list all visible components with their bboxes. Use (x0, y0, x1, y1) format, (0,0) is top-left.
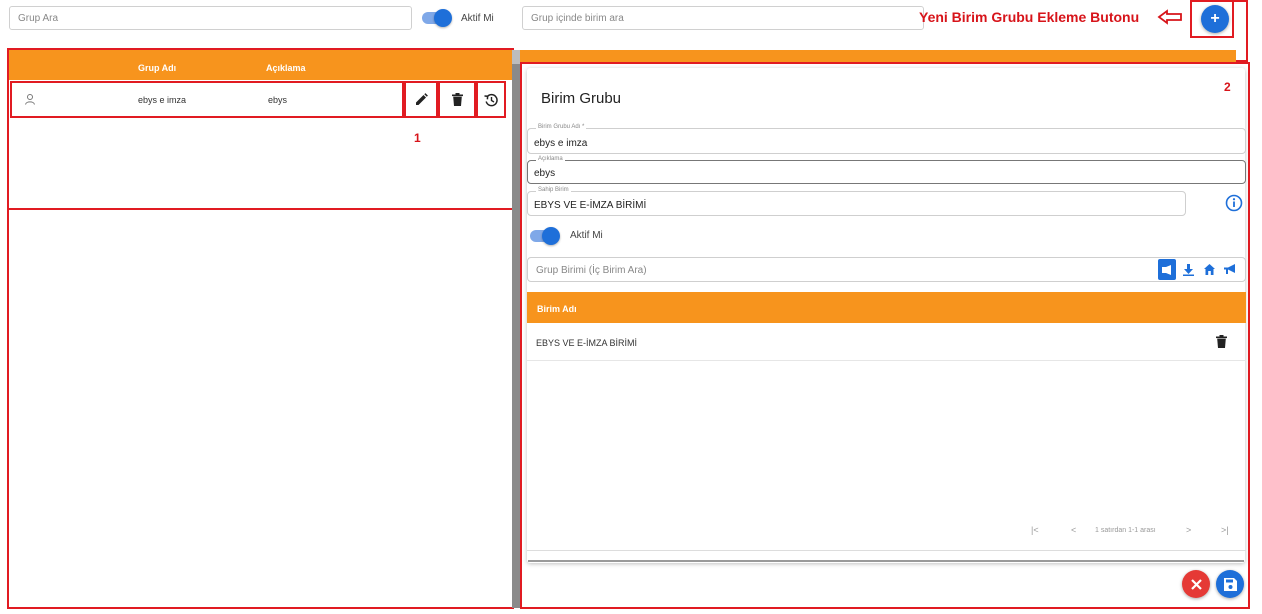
inner-unit-search-input[interactable]: Grup Birimi (İç Birim Ara) (527, 257, 1246, 282)
active-label-form: Aktif Mi (570, 230, 603, 241)
active-label-top: Aktif Mi (461, 13, 494, 24)
panel-splitter[interactable] (512, 50, 520, 608)
first-page-icon[interactable]: |< (1031, 525, 1039, 535)
left-panel-highlight (7, 48, 514, 210)
unit-search-placeholder: Grup içinde birim ara (531, 12, 624, 24)
delete-button[interactable] (440, 83, 474, 116)
annotation-number-1: 1 (414, 131, 421, 145)
group-name-value: ebys e imza (534, 138, 588, 149)
table-row[interactable]: ebys e imza ebys (12, 83, 404, 116)
search-mode-selected-button[interactable] (1158, 259, 1176, 280)
inner-unit-search-placeholder: Grup Birimi (İç Birim Ara) (536, 265, 647, 276)
unit-group-form: Birim Grubu 2 Birim Grubu Adı * ebys e i… (527, 68, 1246, 563)
owner-unit-value: EBYS VE E-İMZA BİRİMİ (534, 200, 647, 211)
history-button[interactable] (478, 83, 504, 116)
toggle-knob (542, 227, 560, 245)
row-divider (527, 360, 1246, 361)
description-value: ebys (534, 168, 556, 179)
trash-icon[interactable] (1216, 335, 1227, 348)
active-toggle-top[interactable] (422, 9, 452, 27)
top-right-highlight (1234, 0, 1248, 62)
arrow-left-icon (1157, 9, 1182, 25)
unit-mode-icon (1162, 264, 1171, 275)
description-label: Açıklama (536, 156, 565, 162)
megaphone-icon[interactable] (1224, 264, 1236, 275)
splitter-handle[interactable] (512, 50, 520, 64)
home-icon[interactable] (1204, 264, 1215, 275)
row-unit-name: EBYS VE E-İMZA BİRİMİ (536, 338, 638, 348)
pencil-icon (415, 93, 428, 105)
toggle-knob (434, 9, 452, 27)
form-footer-divider (528, 560, 1244, 562)
panel-bottom-divider (527, 550, 1246, 551)
form-title: Birim Grubu (541, 90, 622, 107)
prev-page-icon[interactable]: < (1071, 525, 1076, 535)
table-row[interactable]: EBYS VE E-İMZA BİRİMİ (527, 324, 1246, 360)
row-description: ebys (268, 95, 288, 105)
edit-button[interactable] (406, 83, 436, 116)
close-icon (1190, 578, 1202, 590)
row-group-name: ebys e imza (138, 95, 187, 105)
info-icon[interactable] (1225, 194, 1243, 212)
active-toggle-form[interactable] (530, 227, 560, 245)
add-group-button[interactable]: + (1201, 5, 1229, 33)
group-search-placeholder: Grup Ara (18, 12, 59, 24)
group-name-label: Birim Grubu Adı * (536, 124, 587, 130)
pager-range-text: 1 satırdan 1-1 arası (1095, 527, 1156, 534)
annotation-add-button-title: Yeni Birim Grubu Ekleme Butonu (919, 9, 1140, 25)
annotation-number-2: 2 (1224, 80, 1231, 94)
last-page-icon[interactable]: >| (1221, 525, 1229, 535)
unit-table-header (527, 292, 1246, 323)
unit-search-input[interactable]: Grup içinde birim ara (522, 6, 924, 30)
owner-unit-field[interactable]: Sahip Birim EBYS VE E-İMZA BİRİMİ (527, 187, 1186, 216)
download-icon[interactable] (1183, 264, 1194, 276)
history-icon (484, 93, 498, 106)
app-root: Grup Ara Aktif Mi Grup içinde birim ara … (0, 0, 1262, 614)
column-header-unit-name: Birim Adı (537, 304, 577, 314)
next-page-icon[interactable]: > (1186, 525, 1191, 535)
group-name-field[interactable]: Birim Grubu Adı * ebys e imza (527, 124, 1246, 154)
trash-icon (451, 93, 463, 106)
plus-icon: + (1210, 10, 1220, 27)
user-icon (25, 94, 35, 105)
owner-unit-label: Sahip Birim (536, 187, 571, 193)
description-field[interactable]: Açıklama ebys (527, 156, 1246, 184)
cancel-button[interactable] (1182, 570, 1210, 598)
save-icon (1223, 577, 1237, 591)
save-button[interactable] (1216, 570, 1244, 598)
left-lower-highlight (7, 208, 514, 609)
group-search-input[interactable]: Grup Ara (9, 6, 412, 30)
